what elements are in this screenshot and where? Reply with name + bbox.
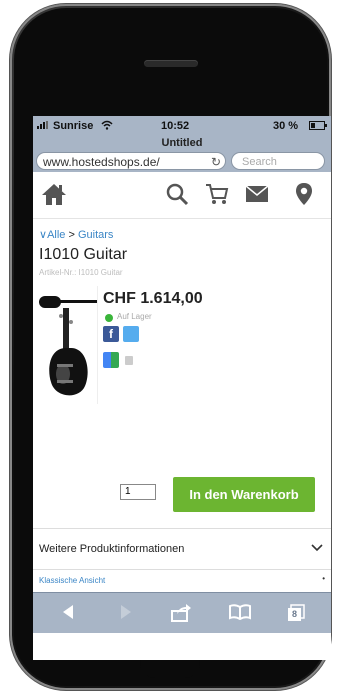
product-image[interactable] [39, 286, 98, 404]
bookmarks-icon[interactable] [229, 604, 251, 625]
signal-icon [37, 120, 51, 132]
breadcrumb: ∨Alle > Guitars [39, 228, 113, 241]
url-field[interactable]: www.hostedshops.de/ ↻ [36, 152, 226, 170]
browser-address-bar: Untitled www.hostedshops.de/ ↻ Search [33, 136, 331, 172]
forward-icon[interactable] [119, 604, 133, 625]
quantity-input[interactable]: 1 [120, 484, 156, 500]
more-info-accordion[interactable]: Weitere Produktinformationen [33, 528, 331, 570]
more-info-label: Weitere Produktinformationen [39, 543, 185, 555]
dot-indicator: • [322, 574, 325, 583]
wifi-icon [101, 120, 113, 133]
share-icon[interactable] [171, 604, 191, 627]
tabs-icon[interactable]: 8 [287, 604, 305, 627]
product-title: I1010 Guitar [39, 246, 128, 263]
page-title: Untitled [161, 137, 203, 149]
reload-icon[interactable]: ↻ [211, 153, 221, 169]
product-sku: Artikel-Nr.: I1010 Guitar [39, 268, 123, 277]
classic-view-link[interactable]: Klassische Ansicht [39, 576, 105, 585]
home-icon[interactable] [41, 182, 67, 211]
site-nav-bar [33, 172, 331, 219]
carrier-label: Sunrise [53, 120, 94, 132]
facebook-share-icon[interactable]: f [103, 326, 119, 342]
add-to-cart-button[interactable]: In den Warenkorb [173, 477, 315, 512]
product-price: CHF 1.614,00 [103, 290, 203, 307]
phone-speaker [144, 60, 198, 67]
back-icon[interactable] [61, 604, 75, 625]
stock-status: Auf Lager [117, 312, 152, 321]
google-plus-icon[interactable] [103, 352, 119, 368]
twitter-share-icon[interactable] [123, 326, 139, 342]
breadcrumb-item-all[interactable]: Alle [47, 229, 65, 241]
breadcrumb-separator: > [68, 229, 75, 241]
chevron-down-icon [311, 541, 323, 555]
clock: 10:52 [161, 120, 190, 132]
plus-one-icon[interactable] [125, 356, 133, 365]
battery-icon [309, 121, 327, 133]
battery-percent: 30 % [273, 120, 299, 132]
search-field[interactable]: Search [231, 152, 325, 170]
in-stock-indicator [105, 314, 113, 322]
location-pin-icon[interactable] [295, 182, 313, 211]
search-icon[interactable] [165, 182, 189, 211]
url-text: www.hostedshops.de/ [43, 155, 160, 169]
breadcrumb-item-guitars[interactable]: Guitars [78, 229, 113, 241]
phone-screen: Sunrise 10:52 30 % Untitled www.hostedsh… [33, 116, 331, 660]
browser-toolbar: 8 [33, 592, 331, 633]
mail-icon[interactable] [245, 185, 269, 208]
cart-icon[interactable] [205, 182, 229, 211]
status-bar: Sunrise 10:52 30 % [33, 116, 331, 136]
chevron-down-icon[interactable]: ∨ [39, 229, 47, 241]
tab-count: 8 [292, 609, 298, 619]
